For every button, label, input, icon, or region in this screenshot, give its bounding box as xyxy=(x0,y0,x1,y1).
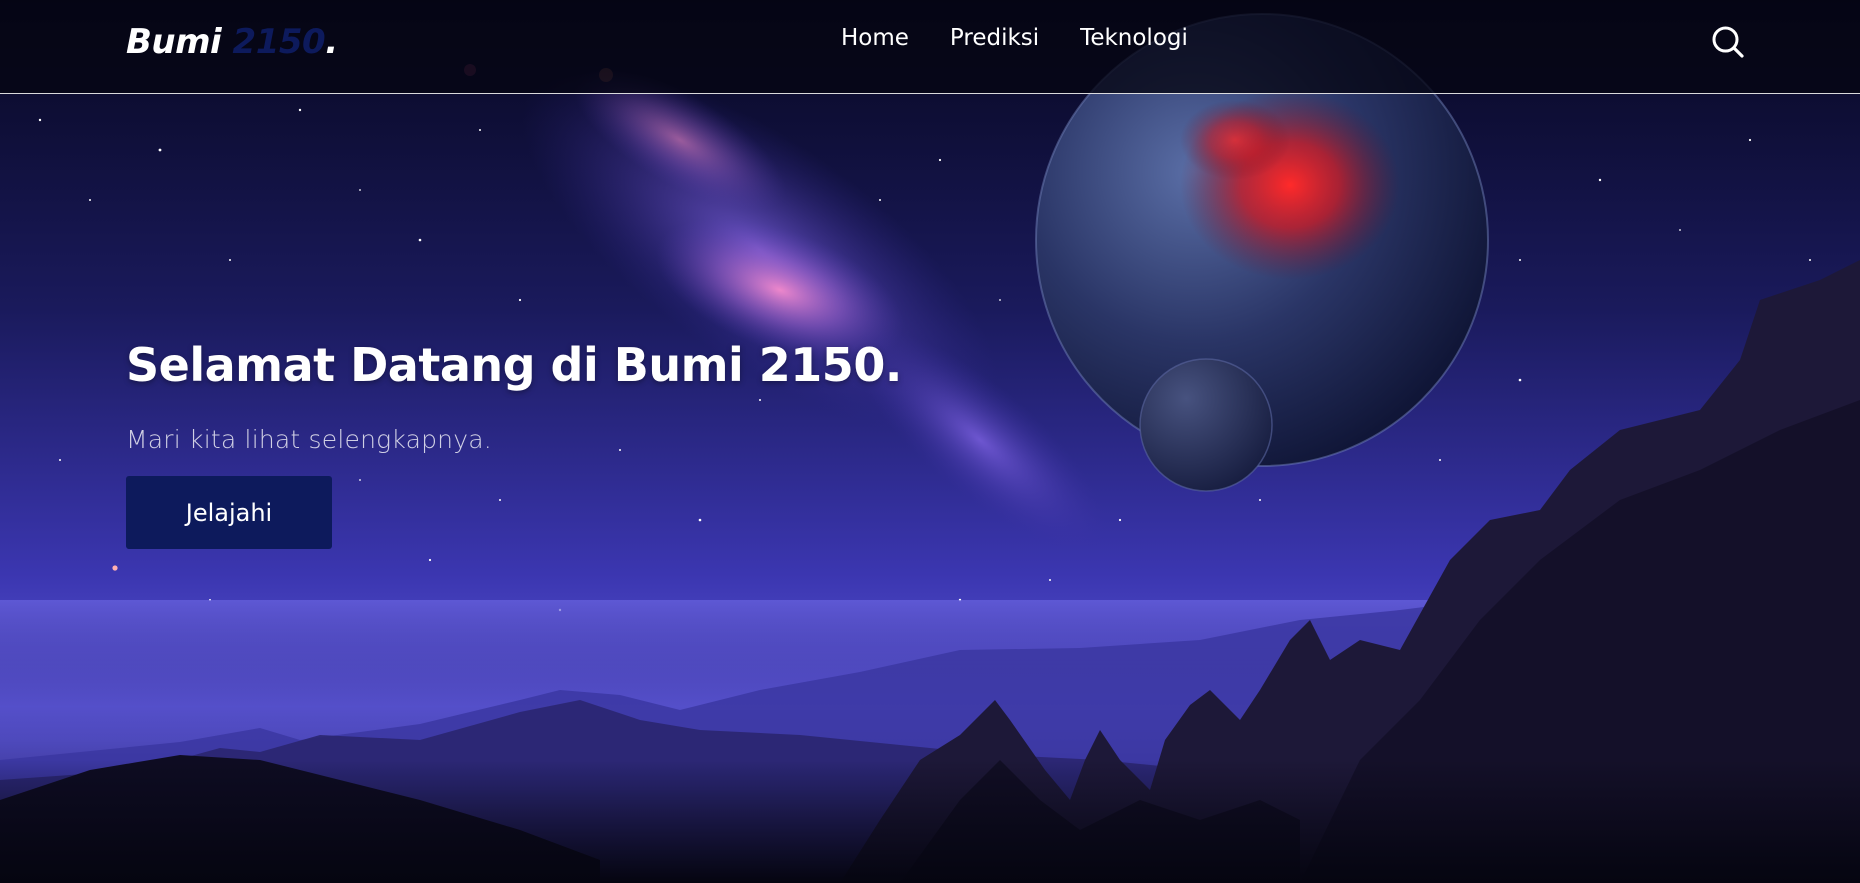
nav-link-prediksi[interactable]: Prediksi xyxy=(950,25,1039,51)
navbar: Bumi 2150. Home Prediksi Teknologi xyxy=(0,0,1860,94)
brand-name: Bumi xyxy=(126,22,222,62)
nav-link-home[interactable]: Home xyxy=(841,25,909,51)
hero-title: Selamat Datang di Bumi 2150. xyxy=(126,338,902,392)
brand-accent: 2150 xyxy=(232,22,326,62)
explore-button[interactable]: Jelajahi xyxy=(126,476,332,549)
nav-link-teknologi[interactable]: Teknologi xyxy=(1080,25,1188,51)
brand-dot: . xyxy=(325,22,338,62)
search-button[interactable] xyxy=(1710,24,1746,60)
brand-logo[interactable]: Bumi 2150. xyxy=(126,22,338,62)
search-icon xyxy=(1712,26,1744,58)
hero-subtitle: Mari kita lihat selengkapnya. xyxy=(126,425,492,454)
main-nav: Home Prediksi Teknologi xyxy=(841,25,1188,51)
